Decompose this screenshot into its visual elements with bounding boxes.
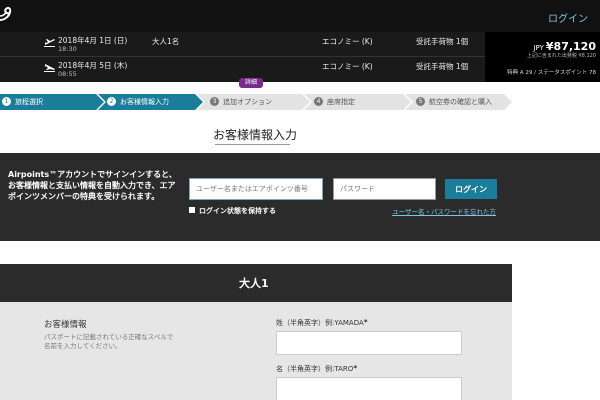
flight-cabin: エコノミー (K) — [322, 62, 373, 71]
flight-baggage: 受託手荷物 1個 — [416, 62, 469, 71]
step-label: 座席指定 — [327, 98, 355, 106]
top-bar: ログイン — [0, 0, 600, 32]
plane-takeoff-icon — [44, 39, 55, 47]
remember-checkbox[interactable] — [189, 207, 195, 213]
forgot-credentials-link[interactable]: ユーザー名・パスワードを忘れた方 — [392, 206, 496, 216]
username-input[interactable] — [189, 178, 323, 200]
plane-landing-icon — [44, 64, 55, 72]
adult-section-header: 大人1 — [0, 264, 512, 302]
header-login-link[interactable]: ログイン — [548, 10, 588, 25]
flight-time: 18:30 — [58, 45, 77, 53]
step-label: 航空券の確認と購入 — [429, 98, 492, 106]
flight-summary: 2018年4月 1日 (日) 18:30 大人1名 エコノミー (K) 受託手荷… — [0, 32, 485, 82]
surname-input[interactable] — [276, 331, 462, 355]
step-label: お客様情報入力 — [120, 98, 169, 106]
surname-label-text: 姓（半角英字）例:YAMADA — [276, 319, 364, 327]
step-number: 1 — [2, 96, 11, 106]
details-button[interactable]: 詳細 — [239, 78, 263, 88]
required-mark: * — [363, 318, 368, 327]
adult-section-title: 大人1 — [239, 277, 269, 290]
page-title: お客様情報入力 — [213, 128, 298, 142]
flight-baggage: 受託手荷物 1個 — [416, 37, 469, 46]
login-description: Airpoints™アカウントでサインインすると、お客様情報と支払い情報を自動入… — [8, 170, 177, 201]
adult-section-body: お客様情報 パスポートに記載されている正確なスペルで名前を入力してください。 姓… — [0, 302, 512, 400]
flight-row-outbound: 2018年4月 1日 (日) 18:30 大人1名 エコノミー (K) 受託手荷… — [0, 32, 485, 57]
surname-label: 姓（半角英字）例:YAMADA* — [276, 318, 368, 328]
step-number: 4 — [314, 96, 323, 106]
step-itinerary[interactable]: 1 旅程選択 — [2, 94, 43, 110]
flight-time: 08:55 — [58, 70, 77, 78]
given-name-input[interactable] — [276, 377, 462, 400]
customer-info-title: お客様情報 — [44, 320, 87, 330]
given-name-label: 名（半角英字）例:TARO* — [276, 364, 357, 374]
flight-passengers: 大人1名 — [152, 37, 180, 46]
price-summary: JPY ¥87,120 上記に含まれた出発税 ¥8,120 特典 A 29 / ス… — [485, 32, 600, 82]
login-button[interactable]: ログイン — [445, 179, 497, 199]
remember-label: ログイン状態を保持する — [199, 207, 276, 215]
step-label: 旅程選択 — [15, 98, 43, 106]
step-number: 2 — [107, 96, 116, 106]
step-label: 追加オプション — [223, 98, 272, 106]
step-purchase: 5 航空券の確認と購入 — [416, 94, 492, 110]
airpoints-login-panel: Airpoints™アカウントでサインインすると、お客様情報と支払い情報を自動入… — [0, 153, 600, 241]
koru-logo-icon[interactable] — [0, 6, 14, 24]
step-number: 3 — [210, 96, 219, 106]
progress-steps: 1 旅程選択 2 お客様情報入力 3 追加オプション 4 座席指定 5 航空券の確認と購入 — [0, 94, 512, 110]
remember-login[interactable]: ログイン状態を保持する — [189, 206, 276, 216]
flight-cabin: エコノミー (K) — [322, 37, 373, 46]
price-tax-note: 上記に含まれた出発税 ¥8,120 — [526, 53, 596, 59]
password-input[interactable] — [333, 178, 436, 200]
step-customer-info: 2 お客様情報入力 — [107, 94, 169, 110]
title-underline — [215, 144, 290, 145]
price-currency: JPY — [533, 44, 544, 52]
price-points: 特典 A 29 / ステータスポイント 78 — [507, 70, 596, 76]
given-name-label-text: 名（半角英字）例:TARO — [276, 365, 354, 373]
customer-info-note: パスポートに記載されている正確なスペルで名前を入力してください。 — [44, 333, 174, 350]
step-number: 5 — [416, 96, 425, 106]
step-seat: 4 座席指定 — [314, 94, 355, 110]
required-mark: * — [353, 364, 358, 373]
step-options: 3 追加オプション — [210, 94, 272, 110]
